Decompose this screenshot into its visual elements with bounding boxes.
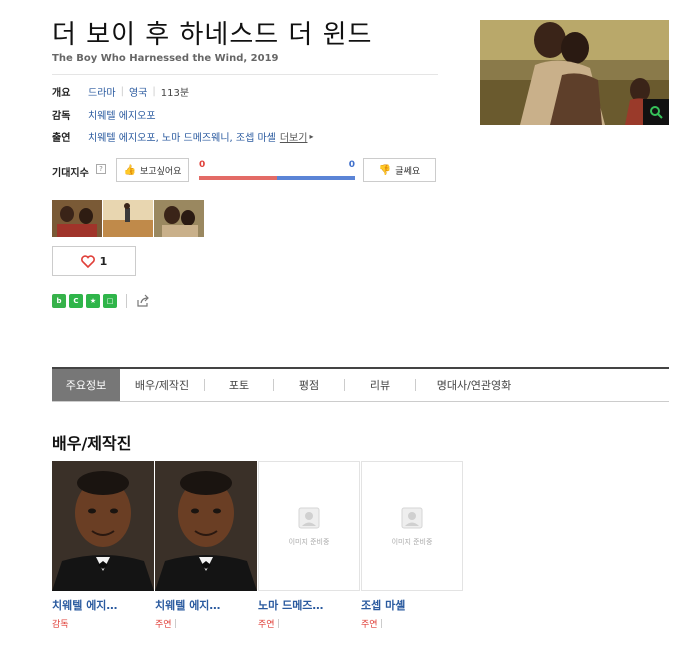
person-name[interactable]: 조셉 마셸 <box>361 597 461 613</box>
person-photo[interactable] <box>52 461 154 591</box>
country-link[interactable]: 영국 <box>129 84 147 99</box>
person-role: 주연 <box>258 617 360 630</box>
bookmark-star-icon[interactable]: ★ <box>86 294 100 308</box>
person-card[interactable]: 치웨텔 에지… 감독 <box>52 461 154 630</box>
like-count-label: 1 <box>99 254 108 268</box>
role-separator <box>380 619 382 628</box>
director-label: 감독 <box>52 111 71 122</box>
cast-links[interactable]: 치웨텔 에지오포, 노마 드메즈웨니, 조셉 마셸 <box>88 129 276 144</box>
tab-review[interactable]: 리뷰 <box>345 369 415 401</box>
want-to-see-label: 보고싶어요 <box>140 166 182 177</box>
cafe-share-icon[interactable]: C <box>69 294 83 308</box>
like-button[interactable]: 1 <box>52 246 136 276</box>
photo-thumbnail[interactable] <box>154 200 204 237</box>
search-icon <box>650 106 663 119</box>
ratio-bar-dislike <box>277 176 355 180</box>
overview-label: 개요 <box>52 88 71 99</box>
expectation-label: 기대지수 <box>52 168 89 179</box>
person-photo-placeholder[interactable]: 이미지 준비중 <box>258 461 360 591</box>
placeholder-text: 이미지 준비중 <box>391 538 433 546</box>
not-sure-label: 글쎄요 <box>395 166 421 177</box>
divider <box>126 294 127 308</box>
ratio-bar <box>199 176 355 180</box>
runtime-text: 113분 <box>160 88 190 99</box>
person-name[interactable]: 노마 드메즈… <box>258 597 358 613</box>
person-card[interactable]: 이미지 준비중 조셉 마셸 주연 <box>361 461 463 630</box>
tab-cast-crew[interactable]: 배우/제작진 <box>120 369 204 401</box>
section-tabs: 주요정보 배우/제작진 포토 평점 리뷰 명대사/연관영화 <box>52 367 669 402</box>
tab-photo[interactable]: 포토 <box>205 369 273 401</box>
want-to-see-button[interactable]: 👍 보고싶어요 <box>116 158 189 182</box>
person-card[interactable]: 치웨텔 에지… 주연 <box>155 461 257 630</box>
person-name[interactable]: 치웨텔 에지… <box>52 597 152 613</box>
help-icon[interactable]: ? <box>96 164 106 174</box>
person-card[interactable]: 이미지 준비중 노마 드메즈… 주연 <box>258 461 360 630</box>
role-text: 주연 <box>258 620 275 630</box>
poster-illustration <box>480 20 669 125</box>
zoom-button[interactable] <box>643 99 669 125</box>
movie-title: 더 보이 후 하네스드 더 윈드 <box>52 20 373 50</box>
not-sure-button[interactable]: 👎 글쎄요 <box>363 158 436 182</box>
tab-main-info[interactable]: 주요정보 <box>52 369 120 401</box>
share-icon[interactable] <box>136 294 150 308</box>
genre-link[interactable]: 드라마 <box>88 84 116 99</box>
person-role: 주연 <box>361 617 463 630</box>
chevron-right-icon: ▸ <box>309 132 314 141</box>
person-photo-placeholder[interactable]: 이미지 준비중 <box>361 461 463 591</box>
share-bar: b C ★ □ <box>52 294 150 308</box>
divider <box>52 74 438 75</box>
no-image-icon <box>298 507 320 529</box>
role-separator <box>277 619 279 628</box>
person-photo[interactable] <box>155 461 257 591</box>
thumbnail-image <box>154 200 204 237</box>
person-name[interactable]: 치웨텔 에지… <box>155 597 255 613</box>
no-image-icon <box>401 507 423 529</box>
photo-thumbnails <box>52 200 204 237</box>
tab-quotes-related[interactable]: 명대사/연관영화 <box>416 369 532 401</box>
person-role: 주연 <box>155 617 257 630</box>
movie-subtitle: The Boy Who Harnessed the Wind, 2019 <box>52 53 279 64</box>
cast-label: 출연 <box>52 133 71 144</box>
thumbs-up-icon: 👍 <box>123 164 137 176</box>
dislike-count: 0 <box>348 160 355 170</box>
people-list: 치웨텔 에지… 감독 치웨텔 에지… 주연 이미지 준비중 노마 드메즈… 주연… <box>52 461 463 630</box>
portrait-image <box>52 461 154 591</box>
cast-more-link[interactable]: 더보기 <box>280 129 308 144</box>
portrait-image <box>155 461 257 591</box>
thumbs-down-icon: 👎 <box>378 164 392 176</box>
expectation-bar: 0 0 <box>199 160 355 182</box>
thumbnail-image <box>103 200 153 237</box>
role-separator <box>174 619 176 628</box>
separator: | <box>120 86 124 97</box>
separator: | <box>152 86 156 97</box>
role-text: 주연 <box>361 620 378 630</box>
photo-thumbnail[interactable] <box>52 200 102 237</box>
keep-share-icon[interactable]: □ <box>103 294 117 308</box>
blog-share-icon[interactable]: b <box>52 294 66 308</box>
role-text: 주연 <box>155 620 172 630</box>
heart-icon <box>80 254 95 268</box>
expectation-widget: 기대지수 ? 👍 보고싶어요 0 0 👎 글쎄요 <box>52 158 442 182</box>
person-role: 감독 <box>52 617 154 630</box>
like-count: 0 <box>199 160 206 170</box>
director-link[interactable]: 치웨텔 에지오포 <box>88 107 156 122</box>
photo-thumbnail[interactable] <box>103 200 153 237</box>
tab-rating[interactable]: 평점 <box>274 369 344 401</box>
thumbnail-image <box>52 200 102 237</box>
ratio-bar-like <box>199 176 277 180</box>
poster-image[interactable] <box>480 20 669 125</box>
director-row: 감독 치웨텔 에지오포 <box>52 107 156 122</box>
cast-row: 출연 치웨텔 에지오포, 노마 드메즈웨니, 조셉 마셸 더보기 ▸ <box>52 129 313 144</box>
placeholder-text: 이미지 준비중 <box>288 538 330 546</box>
overview-row: 개요 드라마 | 영국 | 113분 <box>52 84 189 99</box>
role-text: 감독 <box>52 620 69 630</box>
cast-crew-heading: 배우/제작진 <box>52 434 132 453</box>
